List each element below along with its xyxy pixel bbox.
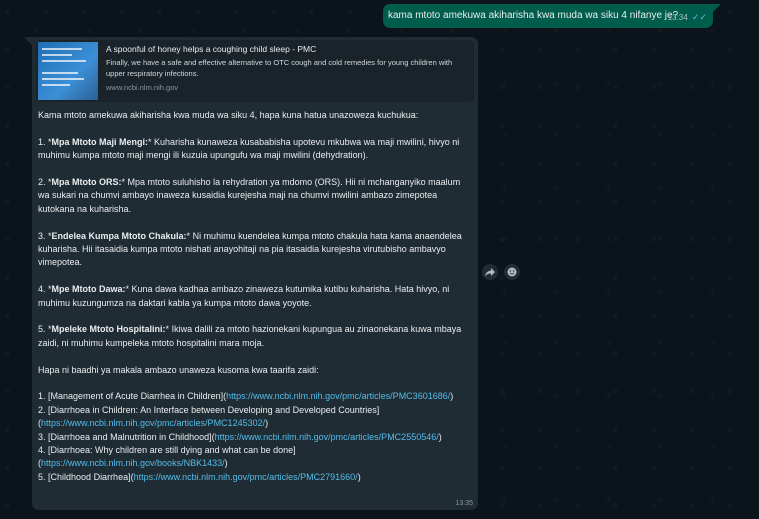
emoji-icon[interactable]	[504, 264, 520, 280]
reference-item: 2. [Diarrhoea in Children: An Interface …	[38, 404, 380, 429]
incoming-message-time: 13:35	[455, 500, 473, 507]
message-intro: Kama mtoto amekuwa akiharisha kwa muda w…	[38, 110, 419, 120]
step-item: 1. *Mpa Mtoto Maji Mengi:* Kuharisha kun…	[38, 136, 460, 161]
reference-link[interactable]: https://www.ncbi.nlm.nih.gov/pmc/article…	[41, 418, 265, 428]
reference-link[interactable]: https://www.ncbi.nlm.nih.gov/books/NBK14…	[41, 458, 225, 468]
incoming-bubble-tail	[24, 37, 32, 45]
outgoing-message-meta: 13:34 ✓✓	[668, 5, 707, 30]
step-item: 2. *Mpa Mtoto ORS:* Mpa mtoto suluhisho …	[38, 177, 461, 214]
outgoing-message-text: kama mtoto amekuwa akiharisha kwa muda w…	[388, 10, 679, 21]
link-preview[interactable]: A spoonful of honey helps a coughing chi…	[36, 40, 474, 102]
link-preview-title: A spoonful of honey helps a coughing chi…	[106, 44, 317, 54]
link-preview-url: www.ncbi.nlm.nih.gov	[106, 83, 179, 92]
outgoing-message[interactable]: kama mtoto amekuwa akiharisha kwa muda w…	[383, 4, 713, 28]
reference-item: 5. [Childhood Diarrhea](https://www.ncbi…	[38, 471, 361, 482]
reference-link[interactable]: https://www.ncbi.nlm.nih.gov/pmc/article…	[134, 472, 358, 482]
incoming-message[interactable]: A spoonful of honey helps a coughing chi…	[32, 37, 478, 510]
step-item: 4. *Mpe Mtoto Dawa:* Kuna dawa kadhaa am…	[38, 284, 450, 308]
link-preview-thumbnail	[38, 42, 98, 100]
forward-icon[interactable]	[482, 264, 498, 280]
outgoing-bubble-tail	[713, 4, 721, 12]
reference-link[interactable]: https://www.ncbi.nlm.nih.gov/pmc/article…	[226, 391, 450, 401]
message-body: Kama mtoto amekuwa akiharisha kwa muda w…	[36, 109, 474, 484]
step-item: 5. *Mpeleke Mtoto Hospitalini:* Ikiwa da…	[38, 324, 462, 348]
reference-item: 4. [Diarrhoea: Why children are still dy…	[38, 445, 296, 469]
reference-link[interactable]: https://www.ncbi.nlm.nih.gov/pmc/article…	[215, 432, 439, 442]
double-check-icon: ✓✓	[691, 12, 707, 22]
reference-item: 1. [Management of Acute Diarrhea in Chil…	[38, 391, 454, 402]
references-intro: Hapa ni baadhi ya makala ambazo unaweza …	[38, 364, 319, 375]
outgoing-message-time: 13:34	[667, 13, 688, 22]
link-preview-description: Finally, we have a safe and effective al…	[106, 58, 453, 78]
step-item: 3. *Endelea Kumpa Mtoto Chakula:* Ni muh…	[38, 230, 462, 268]
reference-item: 3. [Diarrhoea and Malnutrition in Childh…	[38, 431, 442, 442]
